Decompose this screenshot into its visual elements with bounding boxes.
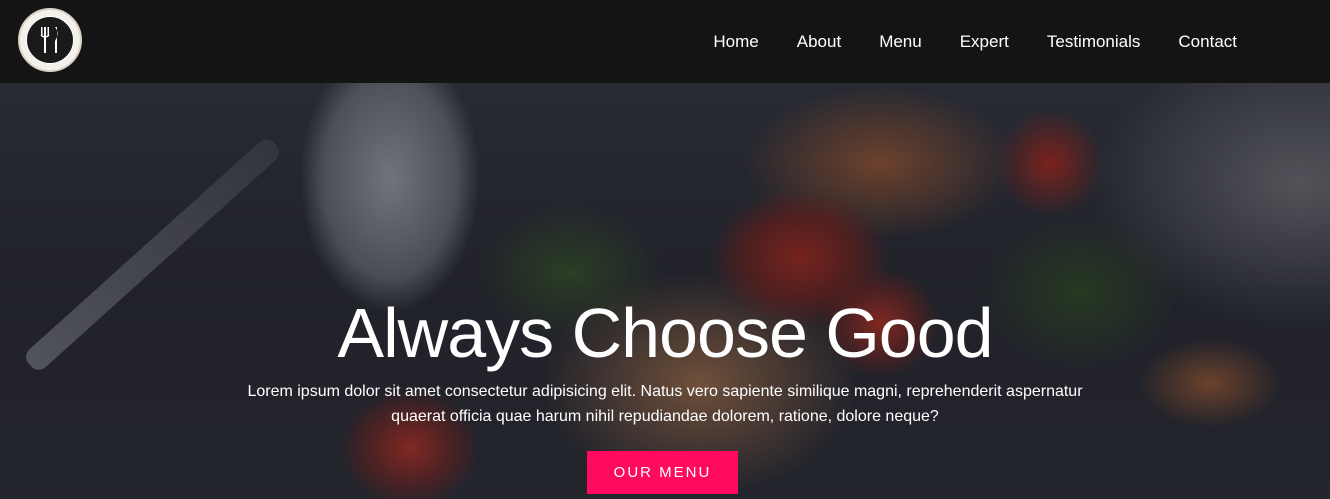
hero-section: Always Choose Good Lorem ipsum dolor sit… (0, 83, 1330, 499)
hero-subtitle: Lorem ipsum dolor sit amet consectetur a… (247, 383, 1083, 425)
nav-testimonials[interactable]: Testimonials (1047, 0, 1141, 83)
hero-overlay (0, 83, 1330, 499)
logo[interactable] (18, 8, 82, 72)
our-menu-button[interactable]: OUR MENU (587, 451, 738, 494)
nav-home[interactable]: Home (713, 0, 758, 83)
nav-expert[interactable]: Expert (960, 0, 1009, 83)
nav-about[interactable]: About (797, 0, 841, 83)
nav-menu[interactable]: Menu (879, 0, 922, 83)
navbar: Home About Menu Expert Testimonials Cont… (0, 0, 1330, 83)
fork-knife-icon (26, 16, 74, 64)
hero-title: Always Choose Good (337, 294, 993, 372)
main-nav: Home About Menu Expert Testimonials Cont… (713, 0, 1237, 83)
nav-contact[interactable]: Contact (1178, 0, 1237, 83)
